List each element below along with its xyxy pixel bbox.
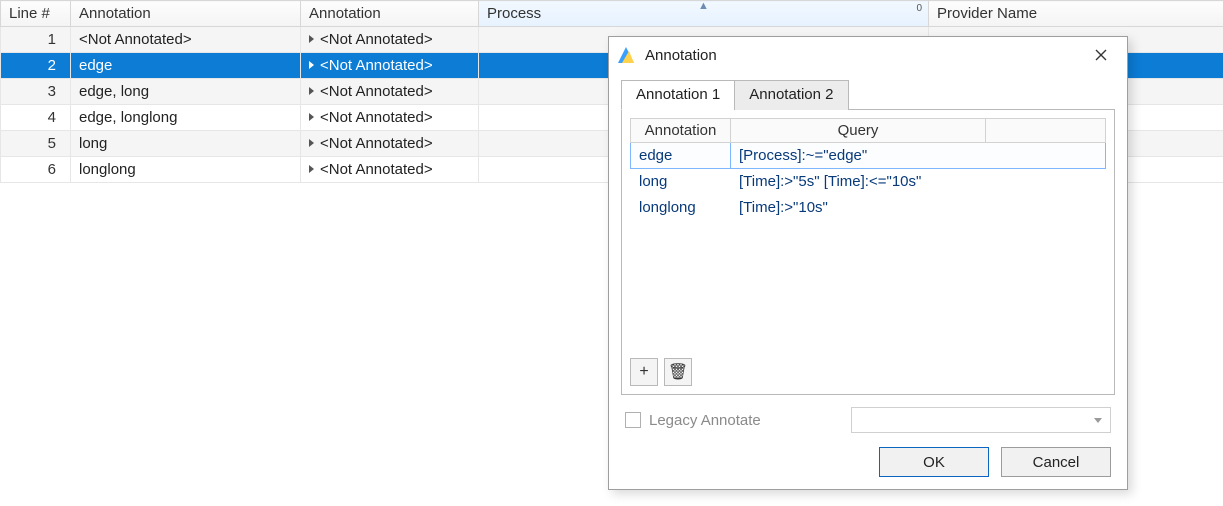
col-header-provider-name[interactable]: Provider Name — [929, 1, 1223, 27]
annotation-dialog: Annotation Annotation 1 Annotation 2 Ann — [608, 36, 1128, 490]
cell-annotation-2: <Not Annotated> — [301, 131, 479, 157]
annotation-rules-grid[interactable]: Annotation Query edge[Process]:~="edge"l… — [630, 118, 1106, 221]
rule-query: [Time]:>"5s" [Time]:<="10s" — [731, 169, 1106, 195]
expand-icon[interactable] — [309, 61, 314, 69]
tab-panel: Annotation Query edge[Process]:~="edge"l… — [621, 110, 1115, 395]
sort-index-badge: 0 — [916, 3, 922, 14]
add-rule-button[interactable]: + — [630, 358, 658, 386]
cell-annotation-2: <Not Annotated> — [301, 53, 479, 79]
rule-annotation: longlong — [631, 195, 731, 221]
cell-line: 5 — [1, 131, 71, 157]
delete-rule-button[interactable]: 🗑 — [664, 358, 692, 386]
expand-icon[interactable] — [309, 139, 314, 147]
legacy-annotate-label: Legacy Annotate — [649, 412, 761, 429]
tab-annotation-1[interactable]: Annotation 1 — [621, 80, 735, 110]
dialog-title: Annotation — [641, 47, 1081, 64]
rule-row[interactable]: edge[Process]:~="edge" — [631, 143, 1106, 169]
col-header-annotation-2[interactable]: Annotation — [301, 1, 479, 27]
cell-annotation-1: long — [71, 131, 301, 157]
rule-query: [Time]:>"10s" — [731, 195, 1106, 221]
plus-icon: + — [639, 363, 648, 381]
expand-icon[interactable] — [309, 165, 314, 173]
rule-row[interactable]: longlong[Time]:>"10s" — [631, 195, 1106, 221]
expand-icon[interactable] — [309, 113, 314, 121]
col-header-annotation-1[interactable]: Annotation — [71, 1, 301, 27]
rule-annotation: long — [631, 169, 731, 195]
cell-annotation-1: edge — [71, 53, 301, 79]
cell-line: 2 — [1, 53, 71, 79]
cell-line: 1 — [1, 27, 71, 53]
cell-line: 4 — [1, 105, 71, 131]
trash-icon: 🗑 — [668, 362, 688, 382]
cell-annotation-1: edge, long — [71, 79, 301, 105]
cell-line: 6 — [1, 157, 71, 183]
cell-annotation-2: <Not Annotated> — [301, 79, 479, 105]
legacy-annotate-checkbox[interactable] — [625, 412, 641, 428]
ok-button[interactable]: OK — [879, 447, 989, 477]
tab-annotation-2[interactable]: Annotation 2 — [734, 80, 848, 110]
cell-annotation-2: <Not Annotated> — [301, 105, 479, 131]
col-header-process[interactable]: ▲ Process 0 — [479, 1, 929, 27]
cell-annotation-1: <Not Annotated> — [71, 27, 301, 53]
app-icon — [617, 46, 635, 64]
cell-line: 3 — [1, 79, 71, 105]
rule-query: [Process]:~="edge" — [731, 143, 1106, 169]
col-header-process-label: Process — [487, 5, 541, 22]
dialog-titlebar[interactable]: Annotation — [609, 37, 1127, 73]
sort-asc-icon: ▲ — [698, 0, 709, 12]
rule-annotation: edge — [631, 143, 731, 169]
col-header-line[interactable]: Line # — [1, 1, 71, 27]
cancel-button[interactable]: Cancel — [1001, 447, 1111, 477]
close-button[interactable] — [1081, 41, 1121, 69]
inner-col-annotation[interactable]: Annotation — [631, 119, 731, 143]
cell-annotation-2: <Not Annotated> — [301, 27, 479, 53]
inner-col-blank[interactable] — [986, 119, 1106, 143]
legacy-annotate-combo[interactable] — [851, 407, 1111, 433]
cell-annotation-1: edge, longlong — [71, 105, 301, 131]
cell-annotation-1: longlong — [71, 157, 301, 183]
rule-row[interactable]: long[Time]:>"5s" [Time]:<="10s" — [631, 169, 1106, 195]
cell-annotation-2: <Not Annotated> — [301, 157, 479, 183]
close-icon — [1095, 49, 1107, 61]
inner-col-query[interactable]: Query — [731, 119, 986, 143]
expand-icon[interactable] — [309, 87, 314, 95]
tab-strip: Annotation 1 Annotation 2 — [621, 79, 1115, 110]
expand-icon[interactable] — [309, 35, 314, 43]
